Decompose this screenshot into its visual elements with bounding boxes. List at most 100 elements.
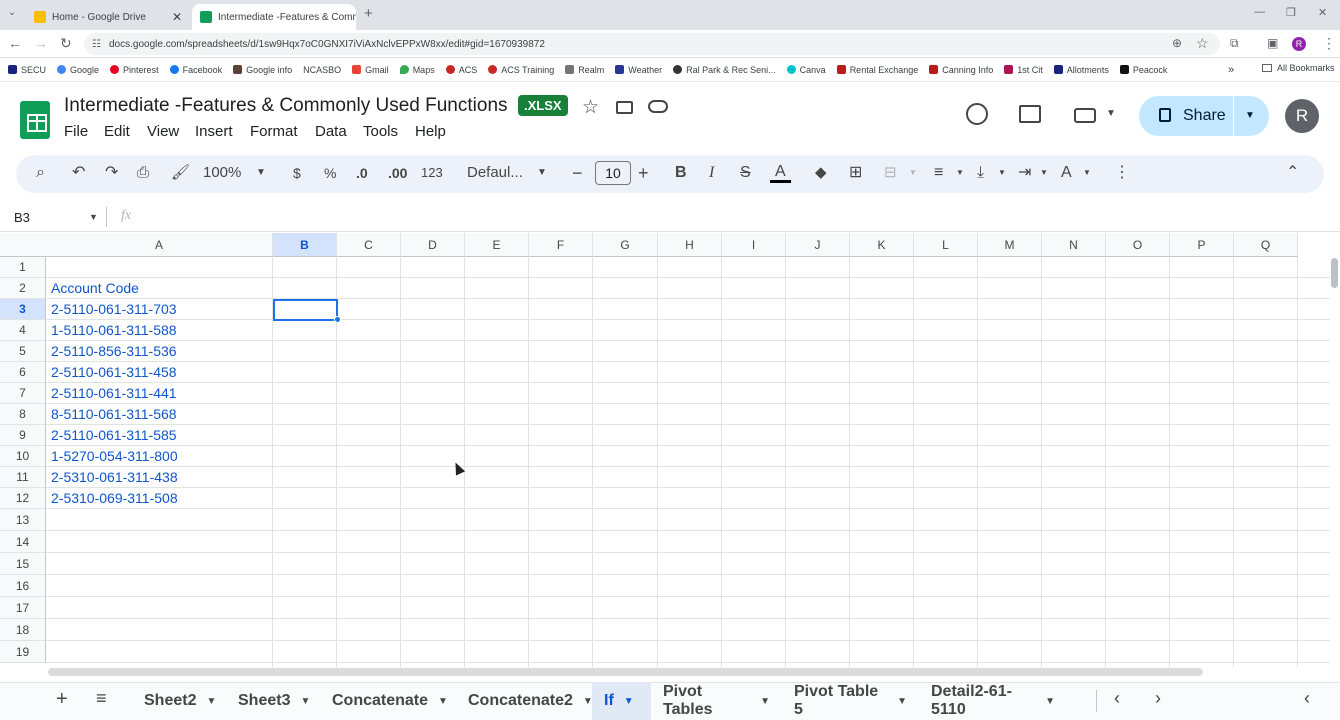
meet-icon[interactable]	[1074, 108, 1096, 123]
close-window-icon[interactable]: ✕	[1318, 6, 1327, 19]
bookmark-star-icon[interactable]: ☆	[1196, 36, 1209, 50]
chrome-menu-icon[interactable]: ⋮	[1322, 36, 1336, 50]
bookmark-item[interactable]: Allotments	[1053, 65, 1109, 75]
sheets-logo[interactable]	[20, 101, 50, 139]
scroll-tabs-left-icon[interactable]: ‹	[1114, 688, 1120, 709]
row-header-10[interactable]: 10	[0, 446, 46, 467]
scroll-tabs-right-icon[interactable]: ›	[1155, 688, 1161, 709]
sidepanel-icon[interactable]: ▣	[1267, 36, 1278, 50]
maximize-icon[interactable]: ❐	[1286, 6, 1296, 19]
column-header-g[interactable]: G	[593, 233, 658, 257]
bookmark-item[interactable]: Gmail	[352, 65, 389, 75]
row-header-4[interactable]: 4	[0, 320, 46, 341]
row-header-7[interactable]: 7	[0, 383, 46, 404]
close-icon[interactable]: ✕	[166, 10, 182, 24]
paint-format-icon[interactable]: 🖌︎	[171, 163, 190, 183]
sheet-tab[interactable]: If ▼	[592, 682, 651, 720]
column-header-p[interactable]: P	[1170, 233, 1234, 257]
chevron-down-icon[interactable]: ▼	[897, 696, 907, 707]
chevron-down-icon[interactable]: ▼	[206, 696, 216, 707]
bookmark-item[interactable]: ACS	[445, 65, 477, 75]
column-header-b[interactable]: B	[273, 233, 337, 257]
account-code-cell[interactable]: 1-5110-061-311-588	[51, 322, 177, 338]
bookmark-item[interactable]: Pinterest	[110, 65, 159, 75]
text-rotation-icon[interactable]: A	[1061, 163, 1072, 183]
column-header-n[interactable]: N	[1042, 233, 1106, 257]
zoom-icon[interactable]: ⊕	[1172, 36, 1182, 50]
forward-icon[interactable]: →	[34, 36, 48, 50]
chevron-down-icon[interactable]: ▼	[1106, 108, 1116, 119]
spreadsheet-grid[interactable]: ABCDEFGHIJKLMNOPQ 1 2 3 4 5 6 7 8 9 10 11 12 13 14 15 1…	[0, 233, 1330, 667]
menu-tools[interactable]: Tools	[363, 123, 398, 140]
new-tab-icon[interactable]: +	[364, 5, 373, 22]
horizontal-align-icon[interactable]: ≡	[934, 163, 943, 183]
italic-button[interactable]: I	[709, 163, 714, 183]
column-header-m[interactable]: M	[978, 233, 1042, 257]
vertical-align-icon[interactable]: ⤓	[977, 163, 984, 183]
account-code-cell[interactable]: 2-5310-061-311-438	[51, 469, 178, 485]
sheet-tab[interactable]: Pivot Tables ▼	[651, 682, 782, 720]
browser-tab-sheets[interactable]: Intermediate -Features & Comm ✕	[192, 4, 356, 30]
site-info-icon[interactable]: ☷	[92, 38, 101, 52]
chevron-down-icon[interactable]: ▼	[760, 696, 770, 707]
percent-format-button[interactable]: %	[324, 163, 336, 183]
browser-tab-drive[interactable]: Home - Google Drive ✕	[26, 4, 190, 30]
account-code-cell[interactable]: 2-5110-061-311-441	[51, 385, 177, 401]
column-header-d[interactable]: D	[401, 233, 465, 257]
account-code-cell[interactable]: 2-5110-856-311-536	[51, 343, 177, 359]
row-header-16[interactable]: 16	[0, 575, 46, 597]
redo-icon[interactable]: ↷	[105, 163, 118, 183]
account-code-cell[interactable]: 1-5270-054-311-800	[51, 448, 178, 464]
column-header-i[interactable]: I	[722, 233, 786, 257]
extensions-icon[interactable]: ⧉	[1230, 36, 1239, 50]
row-header-6[interactable]: 6	[0, 362, 46, 383]
account-code-cell[interactable]: 8-5110-061-311-568	[51, 406, 177, 422]
back-icon[interactable]: ←	[8, 36, 22, 50]
bookmark-item[interactable]: Realm	[565, 65, 604, 75]
profile-avatar[interactable]: R	[1292, 37, 1306, 51]
more-options-icon[interactable]: ⋮	[1114, 163, 1130, 183]
move-folder-icon[interactable]	[616, 101, 633, 114]
bookmark-item[interactable]: Peacock	[1119, 65, 1167, 75]
row-header-12[interactable]: 12	[0, 488, 46, 509]
row-header-8[interactable]: 8	[0, 404, 46, 425]
menu-view[interactable]: View	[147, 123, 179, 140]
bookmark-item[interactable]: Canning Info	[929, 65, 993, 75]
borders-icon[interactable]: ⊞	[849, 163, 862, 183]
collapse-explore-icon[interactable]: ‹	[1304, 688, 1310, 709]
sheet-tab[interactable]: Pivot Table 5 ▼	[782, 682, 919, 720]
chevron-down-icon[interactable]: ▼	[300, 696, 310, 707]
bookmark-item[interactable]: Facebook	[169, 65, 222, 75]
all-bookmarks[interactable]: All Bookmarks	[1262, 63, 1335, 73]
bookmark-item[interactable]: Ral Park & Rec Seni...	[673, 65, 776, 75]
row-header-18[interactable]: 18	[0, 619, 46, 641]
bookmark-item[interactable]: 1st Cit	[1004, 65, 1043, 75]
account-code-cell[interactable]: 2-5110-061-311-458	[51, 364, 177, 380]
fill-handle[interactable]	[334, 316, 341, 323]
scroll-thumb[interactable]	[1331, 258, 1338, 288]
account-code-cell[interactable]: 2-5310-069-311-508	[51, 490, 178, 506]
column-header-q[interactable]: Q	[1234, 233, 1298, 257]
menu-data[interactable]: Data	[315, 123, 347, 140]
collapse-menus-icon[interactable]: ⌃	[1286, 163, 1299, 183]
bookmark-item[interactable]: Weather	[615, 65, 662, 75]
column-header-j[interactable]: J	[786, 233, 850, 257]
chevron-down-icon[interactable]: ▼	[1245, 110, 1255, 121]
row-header-11[interactable]: 11	[0, 467, 46, 488]
chevron-down-icon[interactable]: ▼	[1045, 696, 1055, 707]
more-bookmarks-icon[interactable]: »	[1228, 64, 1234, 76]
print-icon[interactable]: ⎙	[137, 163, 149, 183]
row-header-2[interactable]: 2	[0, 278, 46, 299]
undo-icon[interactable]: ↶	[72, 163, 85, 183]
column-header-h[interactable]: H	[658, 233, 722, 257]
url-input[interactable]: docs.google.com/spreadsheets/d/1sw9Hqx7o…	[84, 33, 1220, 55]
bookmark-item[interactable]: ACS Training	[488, 65, 554, 75]
bookmark-item[interactable]: Rental Exchange	[836, 65, 918, 75]
menu-file[interactable]: File	[64, 123, 88, 140]
account-avatar[interactable]: R	[1285, 99, 1319, 133]
chevron-down-icon[interactable]: ▼	[438, 696, 448, 707]
chevron-down-icon[interactable]: ▼	[537, 163, 547, 183]
column-header-o[interactable]: O	[1106, 233, 1170, 257]
header-cell-account-code[interactable]: Account Code	[51, 280, 139, 296]
sheet-tab[interactable]: Detail2-61-5110 ▼	[919, 682, 1067, 720]
